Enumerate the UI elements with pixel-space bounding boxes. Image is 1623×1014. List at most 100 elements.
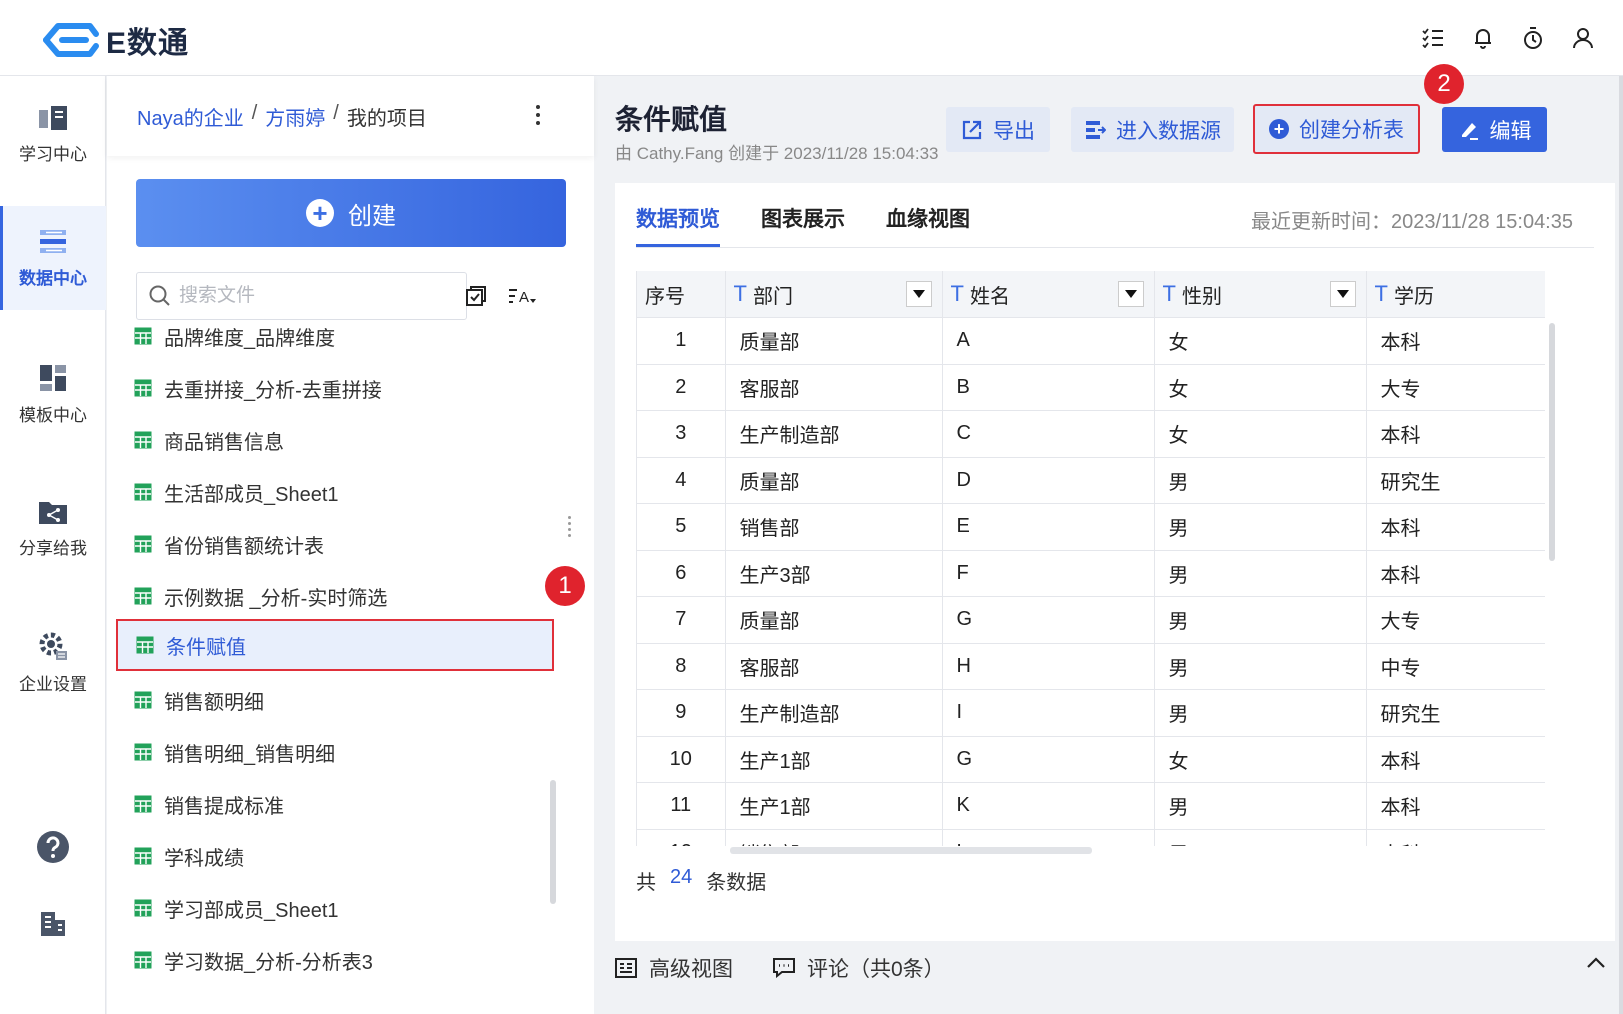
chevron-up-icon[interactable] (1581, 948, 1611, 978)
more-options-icon[interactable] (528, 100, 548, 130)
table-row[interactable]: 8 客服部 H 男中专 (637, 643, 1545, 690)
create-analysis-button[interactable]: + 创建分析表 (1253, 104, 1420, 154)
file-name: 去重拼接_分析-去重拼接 (164, 379, 382, 402)
column-header[interactable]: T 性别 (1154, 271, 1367, 318)
list-item[interactable]: 示例数据 _分析-实时筛选 (116, 570, 554, 622)
column-dropdown-icon[interactable] (905, 281, 932, 307)
table-cell: H (942, 643, 1155, 690)
breadcrumb-user[interactable]: 方雨婷 (265, 102, 325, 131)
timer-icon[interactable] (1519, 24, 1547, 52)
column-header-label: 学历 (1393, 285, 1434, 308)
list-item[interactable]: 销售额明细 (116, 674, 554, 726)
table-cell: 男 (1154, 829, 1367, 846)
building-icon[interactable] (0, 908, 106, 938)
nav-label: 数据中心 (19, 268, 87, 288)
table-row[interactable]: 11 生产1部 K 男本科 (637, 782, 1545, 830)
table-row[interactable]: 2 客服部 B 女大专 (637, 364, 1545, 411)
template-icon (40, 364, 66, 391)
file-list-scrollbar[interactable] (550, 780, 556, 904)
list-item[interactable]: 省份销售额统计表 (116, 518, 554, 570)
advanced-view-button[interactable]: 高级视图 (615, 953, 733, 983)
comments-button[interactable]: 评论（共0条） (773, 953, 945, 983)
file-name: 学习数据_分析-分析表3 (164, 951, 373, 974)
row-count-number: 24 (670, 866, 693, 888)
app-logo[interactable]: E数通 (38, 18, 189, 62)
list-item[interactable]: 销售明细_销售明细 (116, 726, 554, 778)
edit-label: 编辑 (1489, 119, 1532, 143)
table-row[interactable]: 1 质量部 A 女本科 (637, 317, 1545, 365)
table-cell: 生产制造部 (725, 410, 943, 458)
table-row[interactable]: 6 生产3部 F 男本科 (637, 550, 1545, 597)
file-name: 销售额明细 (164, 691, 264, 714)
table-cell: 生产1部 (725, 782, 943, 830)
table-row[interactable]: 9 生产制造部 I 男研究生 (637, 689, 1545, 737)
breadcrumb-enterprise[interactable]: Naya的企业 (137, 102, 244, 131)
enter-datasource-button[interactable]: 进入数据源 (1071, 107, 1234, 152)
table-cell: K (942, 782, 1155, 830)
list-item[interactable]: 学习数据_分析-分析表3 (116, 934, 554, 986)
tab-lineage-view[interactable]: 血缘视图 (886, 203, 970, 247)
tab-data-preview[interactable]: 数据预览 (636, 203, 720, 247)
table-horizontal-scrollbar[interactable] (730, 847, 1092, 854)
search-input[interactable] (179, 285, 439, 307)
sheet-icon (134, 483, 152, 501)
panel-resize-handle[interactable] (568, 516, 571, 537)
file-name: 学习部成员_Sheet1 (164, 899, 339, 922)
table-row[interactable]: 10 生产1部 G 女本科 (637, 736, 1545, 783)
column-header[interactable]: T 学历 (1366, 271, 1545, 318)
bottom-bar: 高级视图 评论（共0条） (615, 938, 1615, 998)
table-cell: 本科 (1366, 550, 1545, 597)
table-cell: 研究生 (1366, 689, 1545, 737)
table-cell: E (942, 503, 1155, 551)
list-item-selected[interactable]: 条件赋值 (116, 619, 554, 671)
table-cell: 女 (1154, 317, 1367, 365)
column-header[interactable]: T 部门 (725, 271, 943, 318)
text-type-icon: T (1374, 281, 1388, 306)
row-index-cell: 3 (637, 410, 726, 458)
table-cell: 本科 (1366, 317, 1545, 365)
list-item[interactable]: 生活部成员_Sheet1 (116, 466, 554, 518)
bell-icon[interactable] (1469, 24, 1497, 52)
list-item[interactable]: 销售提成标准 (116, 778, 554, 830)
list-item[interactable]: 去重拼接_分析-去重拼接 (116, 362, 554, 414)
user-icon[interactable] (1569, 24, 1597, 52)
column-header[interactable]: T 姓名 (942, 271, 1155, 318)
list-item[interactable]: 品牌维度_品牌维度 (116, 326, 554, 362)
table-cell: 研究生 (1366, 457, 1545, 504)
export-button[interactable]: 导出 (946, 107, 1050, 152)
edit-button[interactable]: 编辑 (1442, 107, 1547, 152)
table-row[interactable]: 5 销售部 E 男本科 (637, 503, 1545, 551)
create-button[interactable]: + 创建 (136, 179, 566, 247)
export-label: 导出 (993, 119, 1035, 143)
tab-bar: 数据预览 图表展示 血缘视图 最近更新时间：2023/11/28 15:04:3… (636, 183, 1594, 248)
breadcrumb-separator: / (251, 102, 258, 124)
table-cell: 大专 (1366, 596, 1545, 644)
table-row[interactable]: 7 质量部 G 男大专 (637, 596, 1545, 644)
nav-item-settings[interactable]: 企业设置 (0, 610, 106, 714)
table-cell: C (942, 410, 1155, 458)
batch-select-icon[interactable] (461, 281, 491, 311)
svg-text:A: A (519, 289, 529, 306)
table-cell: A (942, 317, 1155, 365)
column-header-label: 姓名 (969, 285, 1010, 308)
table-vertical-scrollbar[interactable] (1549, 323, 1555, 561)
table-row[interactable]: 3 生产制造部 C 女本科 (637, 410, 1545, 458)
table-row[interactable]: 4 质量部 D 男研究生 (637, 457, 1545, 504)
sort-icon[interactable]: A (507, 281, 537, 311)
book-icon (39, 105, 67, 130)
help-icon[interactable] (0, 830, 106, 864)
file-name: 学科成绩 (164, 847, 244, 870)
list-item[interactable]: 学科成绩 (116, 830, 554, 882)
table-row[interactable]: 12销售部L男本科 (637, 829, 1545, 846)
tab-chart-display[interactable]: 图表展示 (761, 203, 845, 247)
data-card: 数据预览 图表展示 血缘视图 最近更新时间：2023/11/28 15:04:3… (615, 183, 1615, 941)
column-dropdown-icon[interactable] (1329, 281, 1356, 307)
nav-item-learning[interactable]: 学习中心 (0, 82, 106, 186)
column-dropdown-icon[interactable] (1117, 281, 1144, 307)
task-list-icon[interactable] (1419, 24, 1447, 52)
nav-item-templates[interactable]: 模板中心 (0, 342, 106, 446)
nav-item-shared[interactable]: 分享给我 (0, 476, 106, 580)
list-item[interactable]: 商品销售信息 (116, 414, 554, 466)
list-item[interactable]: 学习部成员_Sheet1 (116, 882, 554, 934)
nav-item-data-center[interactable]: 数据中心 (0, 206, 106, 310)
